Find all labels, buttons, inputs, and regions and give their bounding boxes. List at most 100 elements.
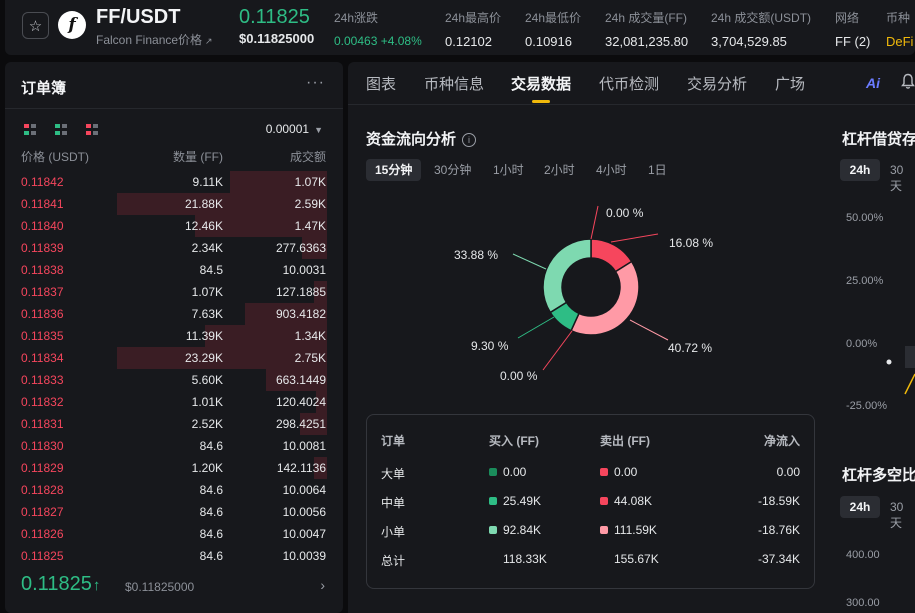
ask-qty: 7.63K [191, 307, 223, 321]
stat-24h-change: 24h涨跌 0.00463 +4.08% [334, 9, 422, 48]
ratio-pill-24h[interactable]: 24h [840, 496, 880, 518]
axis-label: 0.00% [846, 338, 878, 350]
axis-label: 300.00 [846, 597, 880, 609]
header-last-price-usd: $0.11825000 [239, 31, 315, 46]
orderbook-title: 订单簿 [21, 80, 67, 97]
row-small-name: 小单 [381, 525, 406, 539]
ask-row[interactable]: 0.11840 12.46K 1.47K [5, 215, 343, 237]
tab-token-check[interactable]: 代币检测 [599, 73, 659, 94]
table-header-buy: 买入 (FF) [489, 434, 539, 448]
ask-row[interactable]: 0.11831 2.52K 298.4251 [5, 413, 343, 435]
leader-buy-small [512, 253, 547, 270]
favorite-star-icon[interactable]: ☆ [22, 12, 49, 39]
row-small-buy-value: 92.84K [503, 523, 542, 537]
row-large-name: 大单 [381, 467, 406, 481]
stat-24h-low: 24h最低价 0.10916 [525, 9, 581, 49]
table-header-order: 订单 [381, 434, 406, 448]
fund-flow-donut-chart: 0.00 % 16.08 % 33.88 % 9.30 % 40.72 % 0.… [348, 192, 818, 402]
leader-sell-small [629, 319, 669, 341]
pair-subtitle[interactable]: Falcon Finance价格 ↗ [96, 31, 213, 48]
ask-row[interactable]: 0.11841 21.88K 2.59K [5, 193, 343, 215]
ask-row[interactable]: 0.11842 9.11K 1.07K [5, 171, 343, 193]
chevron-right-icon[interactable]: › [320, 577, 325, 593]
ask-row[interactable]: 0.11832 1.01K 120.4024 [5, 391, 343, 413]
ask-qty: 9.11K [192, 175, 223, 189]
stat-label: 网络 [835, 11, 860, 25]
row-medium-net: -18.59K [757, 494, 800, 508]
ask-qty: 12.46K [184, 219, 223, 233]
ask-qty: 5.60K [191, 373, 223, 387]
row-large-buy-value: 0.00 [503, 465, 527, 479]
ask-total: 277.6363 [275, 241, 326, 255]
more-options-icon[interactable]: ··· [306, 74, 325, 92]
stat-value: 0.00463 +4.08% [334, 34, 422, 48]
row-medium-buy-value: 25.49K [503, 494, 542, 508]
timeframe-30m[interactable]: 30分钟 [425, 159, 480, 181]
ask-row[interactable]: 0.11826 84.6 10.0047 [5, 523, 343, 545]
caret-down-icon: ▼ [314, 125, 323, 135]
leverage-pill-30d[interactable]: 30天 [890, 163, 915, 194]
tab-chart[interactable]: 图表 [366, 73, 396, 94]
ask-price: 0.11828 [21, 483, 64, 497]
ask-row[interactable]: 0.11834 23.29K 2.75K [5, 347, 343, 369]
legend-sell-small [600, 526, 608, 534]
timeframe-1d[interactable]: 1日 [639, 159, 676, 181]
stat-network[interactable]: 网络 FF (2) [835, 9, 870, 49]
last-price-value: 0.11825 [21, 573, 92, 595]
ask-row[interactable]: 0.11837 1.07K 127.1885 [5, 281, 343, 303]
pair-name[interactable]: FF/USDT [96, 6, 180, 29]
slice-buy-small[interactable] [542, 238, 592, 314]
ratio-pill-30d[interactable]: 30天 [890, 500, 915, 531]
orderbook-mode-both-icon[interactable] [24, 124, 36, 135]
timeframe-2h[interactable]: 2小时 [535, 159, 584, 181]
stat-value: 3,704,529.85 [711, 34, 787, 49]
ask-row[interactable]: 0.11836 7.63K 903.4182 [5, 303, 343, 325]
legend-buy-large [489, 468, 497, 476]
label-sell-medium: 16.08 % [669, 236, 714, 250]
row-large-sell: 0.00 [600, 465, 637, 479]
tab-trading-data[interactable]: 交易数据 [511, 73, 571, 94]
orderbook-mode-asks-icon[interactable] [86, 124, 98, 135]
ask-total: 298.4251 [275, 417, 326, 431]
tab-square[interactable]: 广场 [775, 73, 805, 94]
ask-total: 142.1136 [276, 461, 326, 475]
ask-qty: 11.39K [185, 329, 223, 343]
col-header-total: 成交额 [289, 150, 326, 164]
ask-row[interactable]: 0.11835 11.39K 1.34K [5, 325, 343, 347]
ask-price: 0.11833 [21, 373, 64, 387]
precision-select[interactable]: 0.00001 ▼ [266, 122, 323, 136]
timeframe-15m[interactable]: 15分钟 [366, 159, 422, 181]
ask-qty: 23.29K [184, 351, 223, 365]
ask-row[interactable]: 0.11838 84.5 10.0031 [5, 259, 343, 281]
ai-icon[interactable]: Ai [866, 75, 880, 91]
tab-trade-analysis[interactable]: 交易分析 [687, 73, 747, 94]
tab-coin-info[interactable]: 币种信息 [424, 73, 484, 94]
info-icon[interactable]: i [462, 133, 477, 147]
timeframe-4h[interactable]: 4小时 [587, 159, 636, 181]
orderbook-last-price: 0.11825↑ [21, 573, 100, 596]
ask-rows: 0.11842 9.11K 1.07K 0.11841 21.88K 2.59K 0.118… [5, 171, 343, 567]
coin-logo-icon: f [58, 11, 86, 39]
bell-icon[interactable] [901, 73, 915, 90]
long-short-ratio-title: 杠杆多空比 [842, 467, 915, 484]
slice-sell-small[interactable] [570, 260, 640, 336]
divider [5, 108, 343, 109]
ask-row[interactable]: 0.11830 84.6 10.0081 [5, 435, 343, 457]
ask-qty: 2.52K [191, 417, 223, 431]
ask-row[interactable]: 0.11833 5.60K 663.1449 [5, 369, 343, 391]
orderbook-mode-bids-icon[interactable] [55, 124, 67, 135]
ask-row[interactable]: 0.11839 2.34K 277.6363 [5, 237, 343, 259]
ask-row[interactable]: 0.11829 1.20K 142.1136 [5, 457, 343, 479]
ask-row[interactable]: 0.11825 84.6 10.0039 [5, 545, 343, 567]
leverage-pill-24h[interactable]: 24h [840, 159, 880, 181]
axis-label: 400.00 [846, 549, 880, 561]
stat-category[interactable]: 币种 DeFi [886, 9, 913, 49]
leader-buy-medium [517, 316, 555, 339]
row-medium-name: 中单 [381, 496, 406, 510]
external-link-icon[interactable]: ↗ [205, 36, 213, 46]
timeframe-1h[interactable]: 1小时 [484, 159, 533, 181]
ask-row[interactable]: 0.11828 84.6 10.0064 [5, 479, 343, 501]
ask-qty: 1.01K [191, 395, 223, 409]
leader-sell-medium [610, 233, 659, 243]
ask-row[interactable]: 0.11827 84.6 10.0056 [5, 501, 343, 523]
